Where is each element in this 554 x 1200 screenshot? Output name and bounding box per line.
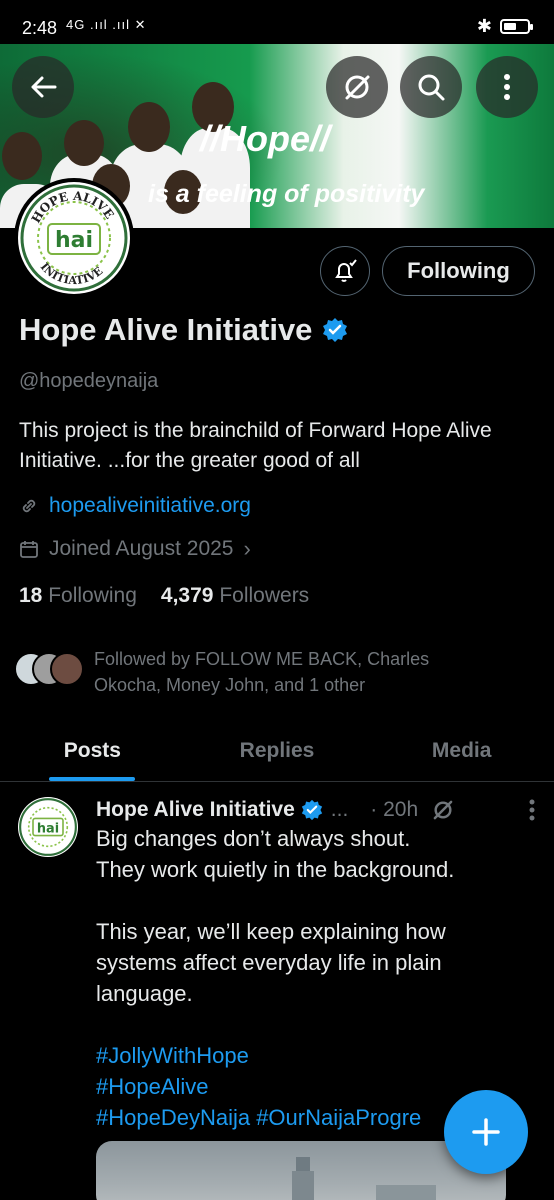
search-button[interactable]	[400, 56, 462, 118]
search-icon	[418, 74, 445, 101]
banner-tagline: is a feeling of positivity	[148, 180, 425, 208]
tab-replies[interactable]: Replies	[185, 720, 370, 781]
profile-avatar[interactable]: HOPE ALIVE INITIATIVE hai	[14, 178, 134, 298]
tab-media[interactable]: Media	[369, 720, 554, 781]
status-right: ✱	[476, 16, 533, 37]
followers-count-link[interactable]: 4,379 Followers	[161, 584, 309, 608]
post-ellipsis: ...	[330, 798, 349, 821]
website-link[interactable]: hopealiveinitiative.org	[49, 494, 251, 518]
verified-badge-icon	[301, 799, 322, 821]
chevron-right-icon: ›	[243, 536, 251, 561]
following-label: Following	[48, 584, 137, 607]
followers-label: Followers	[219, 584, 310, 607]
post-author[interactable]: Hope Alive Initiative	[96, 798, 295, 822]
logo-mark-small: hai	[37, 821, 59, 836]
following-button[interactable]: Following	[382, 246, 535, 296]
signal-icon: 4G .ııl .ııl ✕	[66, 17, 147, 32]
plus-icon	[472, 1118, 500, 1146]
post-header: Hope Alive Initiative ... · 20h	[96, 797, 536, 823]
tab-posts[interactable]: Posts	[0, 720, 185, 781]
banner-headline: //Hope//	[200, 118, 331, 159]
more-vertical-icon	[504, 74, 510, 100]
back-button[interactable]	[12, 56, 74, 118]
hai-logo-small: hai	[19, 798, 77, 856]
status-time: 2:48	[22, 18, 58, 38]
grok-icon[interactable]	[430, 797, 456, 823]
more-vertical-icon[interactable]	[528, 798, 536, 822]
profile-name: Hope Alive Initiative	[19, 312, 313, 347]
followed-by-section[interactable]: Followed by FOLLOW ME BACK, Charles Okoc…	[14, 646, 534, 706]
post-line: This year, we’ll keep explaining how	[96, 919, 446, 944]
signal-bars: .ııl .ııl	[89, 17, 131, 32]
network-type: 4G	[66, 17, 86, 32]
website-row[interactable]: hopealiveinitiative.org	[19, 494, 251, 518]
profile-bio: This project is the brainchild of Forwar…	[19, 419, 492, 472]
battery-icon	[500, 19, 533, 34]
post-line: language.	[96, 981, 193, 1006]
followers-count: 4,379	[160, 584, 214, 607]
grok-button[interactable]	[326, 56, 388, 118]
verified-badge-icon[interactable]	[322, 317, 348, 343]
more-options-button[interactable]	[476, 56, 538, 118]
profile-name-row: Hope Alive Initiative	[19, 312, 348, 348]
status-bar: 2:48 4G .ııl .ııl ✕ ✱	[0, 0, 554, 44]
follow-counts: 18 Following 4,379 Followers	[19, 584, 309, 608]
post-line: They work quietly in the background.	[96, 857, 455, 882]
post-time: · 20h	[370, 798, 419, 821]
notifications-button[interactable]	[320, 246, 370, 296]
follower-avatar	[50, 652, 84, 686]
post-media-image[interactable]	[96, 1141, 506, 1200]
joined-date: Joined August 2025	[49, 537, 234, 560]
following-count: 18	[19, 584, 43, 607]
profile-tabs: Posts Replies Media	[0, 720, 554, 782]
post-line: systems affect everyday life in plain	[96, 950, 442, 975]
post-line: Big changes don’t always shout.	[96, 826, 411, 851]
following-count-link[interactable]: 18 Following	[19, 584, 137, 608]
post-text: Big changes don’t always shout. They wor…	[96, 823, 536, 1133]
arrow-left-icon	[31, 76, 57, 98]
compose-button[interactable]	[444, 1090, 528, 1174]
hai-logo: HOPE ALIVE INITIATIVE hai	[20, 184, 128, 292]
grok-icon	[345, 75, 370, 100]
profile-handle: @hopedeynaija	[19, 370, 159, 392]
post-avatar[interactable]: hai	[18, 797, 78, 857]
bluetooth-icon: ✱	[476, 16, 492, 36]
bell-check-icon	[335, 259, 357, 282]
logo-mark: hai	[55, 228, 93, 253]
calendar-icon	[20, 541, 38, 558]
link-icon	[22, 499, 36, 513]
hashtag-link[interactable]: #JollyWithHope	[96, 1040, 536, 1071]
joined-row[interactable]: Joined August 2025 ›	[19, 536, 251, 562]
followed-by-text: Followed by FOLLOW ME BACK, Charles Okoc…	[94, 649, 430, 695]
